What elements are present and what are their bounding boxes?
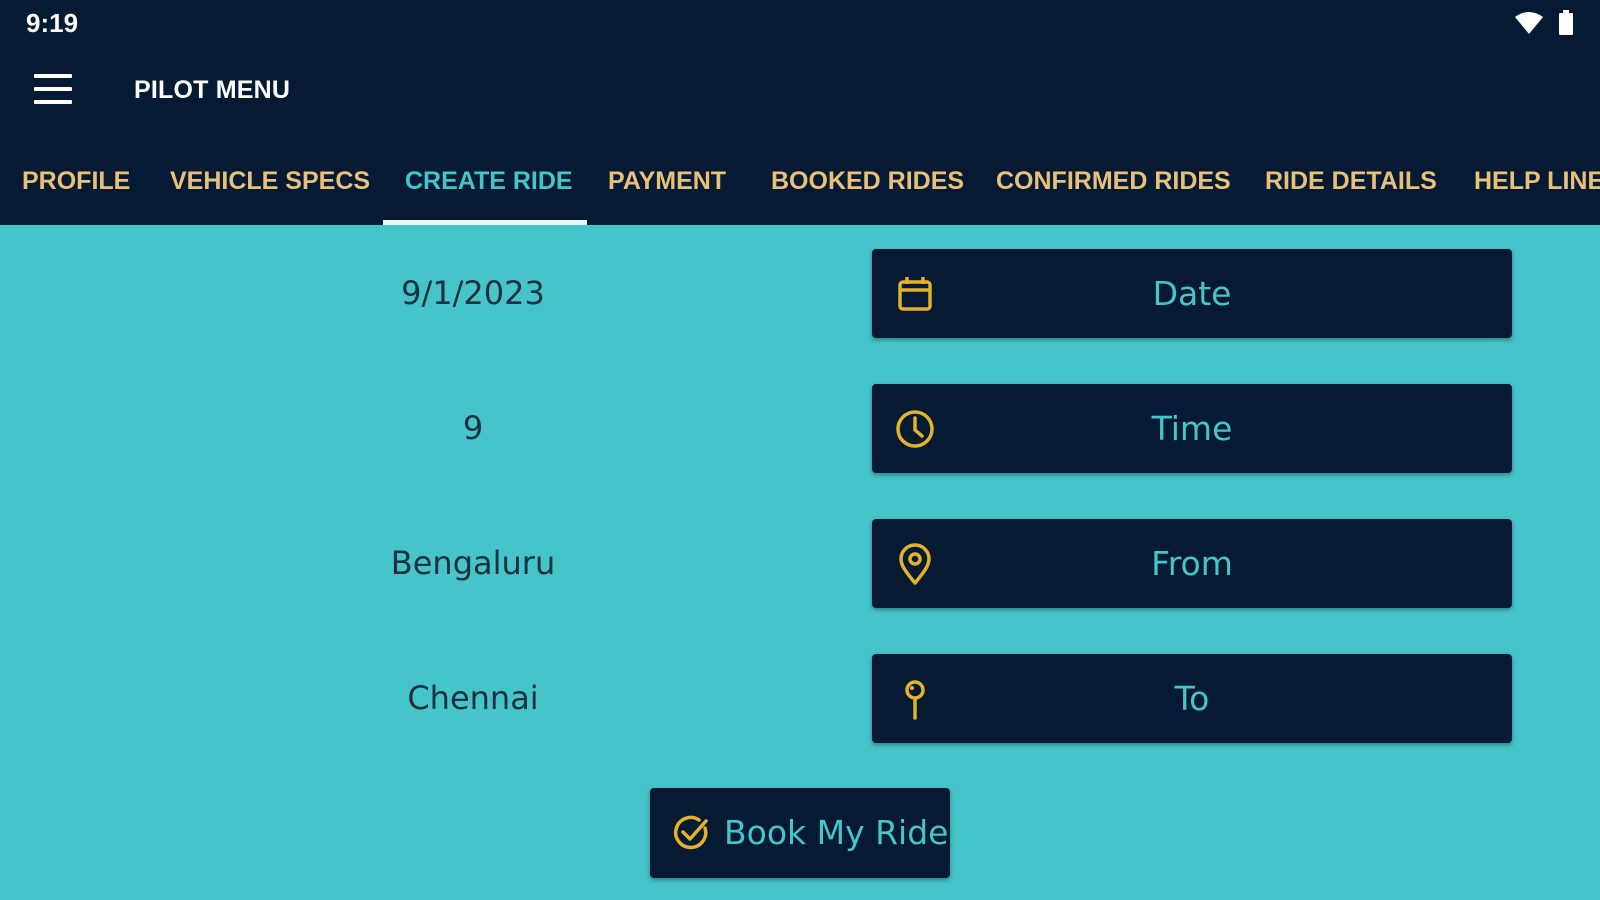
wifi-icon bbox=[1515, 12, 1543, 34]
tab-bar: PROFILE VEHICLE SPECS CREATE RIDE PAYMEN… bbox=[0, 150, 1600, 225]
book-my-ride-label: Book My Ride bbox=[724, 813, 949, 852]
menu-icon[interactable] bbox=[34, 74, 72, 104]
tab-payment[interactable]: PAYMENT bbox=[608, 150, 726, 225]
app-header: 9:19 PILOT MENU PROFILE VEHICLE SPECS CR… bbox=[0, 0, 1600, 225]
battery-icon bbox=[1559, 10, 1573, 35]
to-value: Chennai bbox=[407, 679, 539, 717]
date-value: 9/1/2023 bbox=[401, 274, 545, 312]
tab-ride-details[interactable]: RIDE DETAILS bbox=[1265, 150, 1437, 225]
tab-create-ride[interactable]: CREATE RIDE bbox=[405, 150, 573, 225]
time-button-label: Time bbox=[1151, 409, 1233, 448]
to-button-label: To bbox=[1174, 679, 1210, 718]
check-circle-icon bbox=[673, 815, 708, 850]
time-button[interactable]: Time bbox=[872, 384, 1512, 473]
from-value: Bengaluru bbox=[390, 544, 556, 582]
tab-confirmed-rides[interactable]: CONFIRMED RIDES bbox=[996, 150, 1231, 225]
status-icons bbox=[1514, 10, 1574, 36]
tab-profile[interactable]: PROFILE bbox=[22, 150, 130, 225]
date-button[interactable]: Date bbox=[872, 249, 1512, 338]
date-button-label: Date bbox=[1152, 274, 1232, 313]
tab-vehicle-specs[interactable]: VEHICLE SPECS bbox=[170, 150, 370, 225]
page-title: PILOT MENU bbox=[134, 76, 291, 104]
tab-booked-rides[interactable]: BOOKED RIDES bbox=[771, 150, 964, 225]
from-button-label: From bbox=[1151, 544, 1233, 583]
time-value: 9 bbox=[462, 409, 484, 447]
to-button[interactable]: To bbox=[872, 654, 1512, 743]
tab-help-line[interactable]: HELP LINE bbox=[1474, 150, 1600, 225]
status-time: 9:19 bbox=[26, 8, 79, 38]
book-my-ride-button[interactable]: Book My Ride bbox=[650, 788, 950, 878]
active-tab-indicator bbox=[383, 220, 587, 225]
from-button[interactable]: From bbox=[872, 519, 1512, 608]
